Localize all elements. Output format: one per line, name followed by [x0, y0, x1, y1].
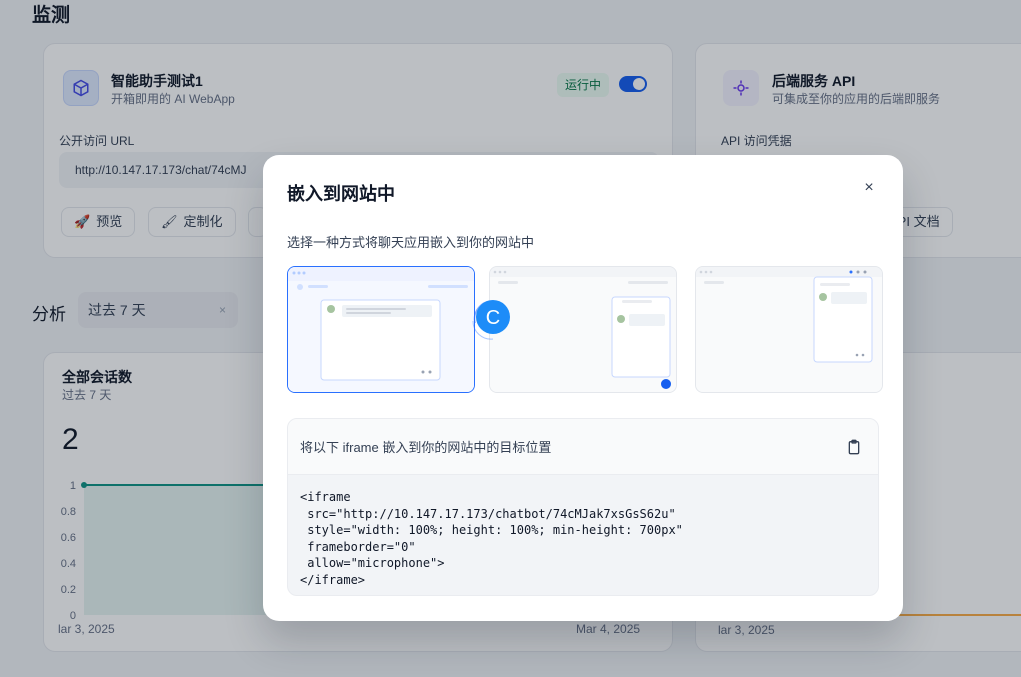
chrome-plugin-preview-icon [696, 267, 882, 392]
embed-option-fullscreen[interactable] [287, 266, 475, 393]
modal-title: 嵌入到网站中 [287, 184, 395, 204]
loading-spinner-icon: C [472, 300, 510, 340]
embed-option-chrome-plugin[interactable] [695, 266, 883, 393]
modal-description: 选择一种方式将聊天应用嵌入到你的网站中 [287, 235, 535, 250]
embed-option-chat-bubble[interactable] [489, 266, 677, 393]
iframe-code[interactable]: <iframe src="http://10.147.17.173/chatbo… [288, 475, 878, 595]
iframe-code-box: 将以下 iframe 嵌入到你的网站中的目标位置 <iframe src="ht… [287, 418, 879, 596]
copy-icon[interactable] [842, 435, 866, 459]
code-header: 将以下 iframe 嵌入到你的网站中的目标位置 [288, 419, 878, 475]
loader-letter: C [486, 307, 500, 329]
code-heading: 将以下 iframe 嵌入到你的网站中的目标位置 [300, 440, 552, 455]
chat-bubble-preview-icon [490, 267, 676, 392]
fullscreen-preview-icon [288, 267, 474, 392]
embed-modal: 嵌入到网站中 × 选择一种方式将聊天应用嵌入到你的网站中 将以下 iframe … [263, 155, 903, 621]
close-icon[interactable]: × [860, 179, 878, 197]
